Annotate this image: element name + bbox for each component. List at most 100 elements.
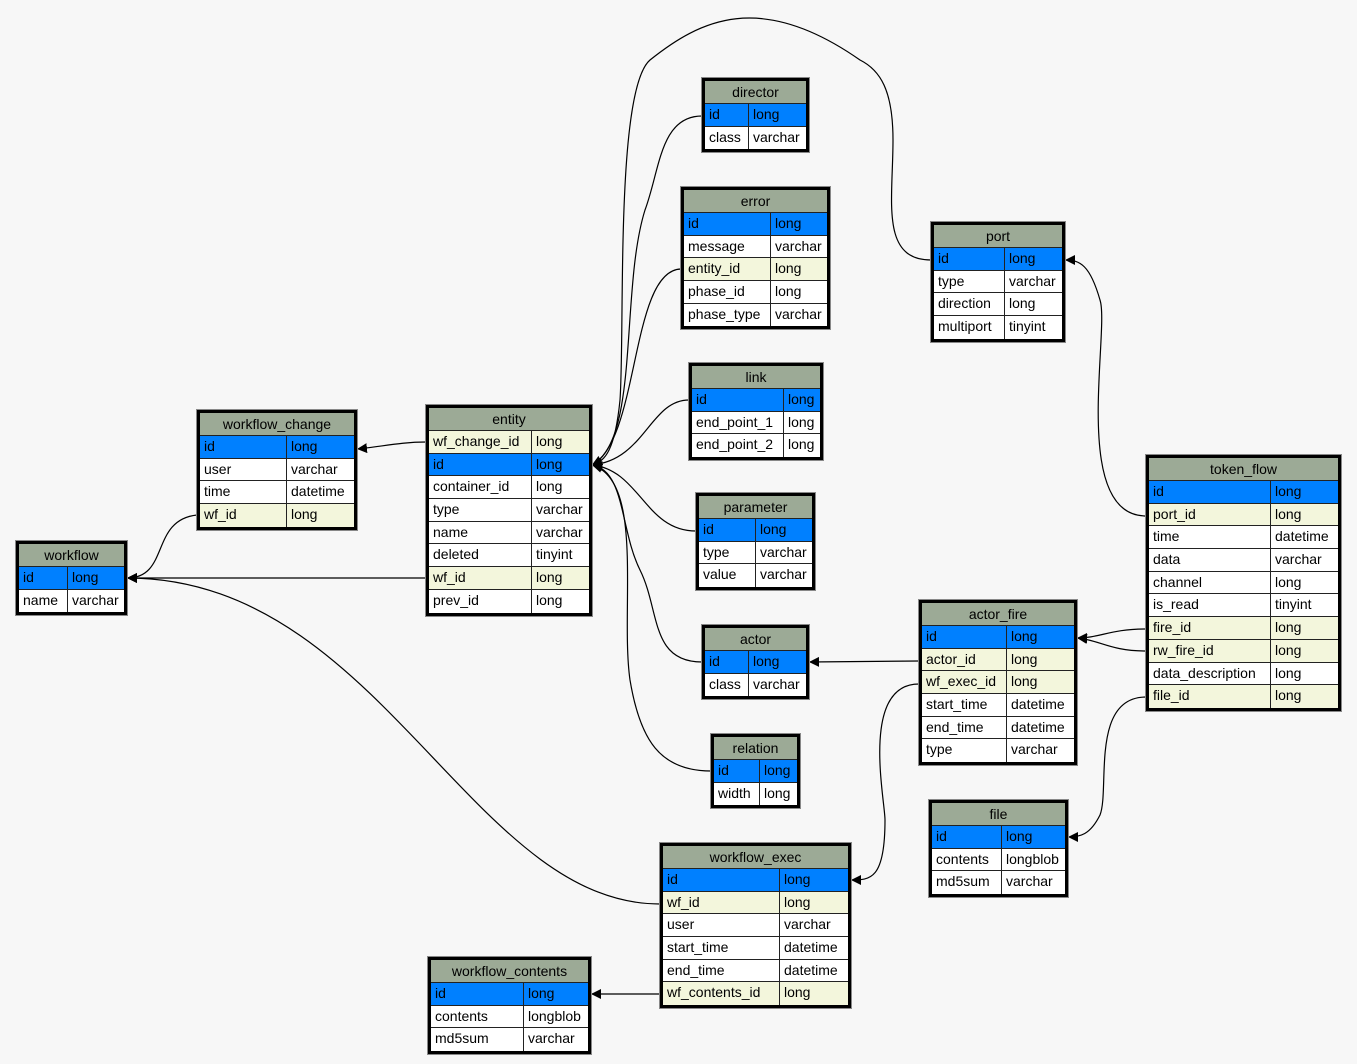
column-name: id	[200, 436, 287, 458]
column-name: data	[1149, 549, 1271, 571]
column-name: file_id	[1149, 685, 1271, 708]
column-row: deleted tinyint	[429, 544, 589, 568]
column-row: data_description long	[1149, 662, 1338, 686]
table-entity[interactable]: entity wf_change_id long id long container_id…	[426, 405, 592, 616]
table-error[interactable]: error id long message varchar entity_id long ph…	[681, 187, 830, 330]
column-type: long	[784, 893, 811, 910]
column-row: name varchar	[429, 521, 589, 545]
table-title: token_flow	[1149, 458, 1338, 481]
table-port[interactable]: port id long type varchar direction long multip…	[931, 222, 1065, 342]
column-row: direction long	[934, 293, 1062, 317]
column-type: varchar	[536, 501, 583, 518]
column-row: message varchar	[684, 235, 827, 259]
column-type: tinyint	[1009, 318, 1046, 335]
foreign-key-row: wf_id long	[200, 504, 354, 527]
primary-key-row: id long	[714, 760, 797, 783]
foreign-key-row: fire_id long	[1149, 617, 1338, 640]
foreign-key-row: file_id long	[1149, 685, 1338, 708]
column-type: tinyint	[1275, 596, 1312, 613]
foreign-key-row: wf_contents_id long	[663, 982, 848, 1006]
column-row: phase_id long	[684, 281, 827, 304]
column-row: md5sum varchar	[431, 1028, 588, 1052]
table-title: port	[934, 225, 1062, 248]
column-row: contents longblob	[932, 848, 1065, 872]
column-name: id	[19, 567, 68, 589]
table-workflow-change[interactable]: workflow_change id long user varchar time date…	[197, 410, 357, 530]
foreign-key-row: actor_id long	[922, 648, 1074, 672]
column-type: varchar	[1006, 873, 1053, 890]
column-name: channel	[1149, 571, 1271, 594]
column-row: end_point_1 long	[692, 411, 820, 435]
table-title: error	[684, 190, 827, 213]
column-type: long	[764, 762, 791, 778]
column-row: type varchar	[934, 270, 1062, 294]
foreign-key-row: rw_fire_id long	[1149, 639, 1338, 663]
column-type: varchar	[291, 460, 338, 477]
column-type: long	[536, 478, 563, 495]
column-name: contents	[932, 848, 1002, 871]
column-type: long	[1009, 250, 1036, 266]
column-type: long	[1275, 483, 1302, 499]
column-type: varchar	[753, 128, 800, 145]
column-type: longblob	[528, 1007, 581, 1024]
column-name: class	[705, 673, 749, 697]
column-name: id	[431, 983, 524, 1005]
column-type: varchar	[1275, 551, 1322, 568]
column-type: datetime	[1011, 696, 1065, 713]
column-type: varchar	[528, 1030, 575, 1047]
column-name: id	[684, 213, 771, 235]
column-name: multiport	[934, 316, 1005, 339]
column-name: wf_contents_id	[663, 982, 780, 1006]
column-name: phase_id	[684, 281, 771, 303]
table-parameter[interactable]: parameter id long type varchar value varchar	[696, 493, 815, 591]
column-name: end_point_2	[692, 434, 784, 458]
relation-edge-entity-wf-change-id-to-workflow-change-id	[356, 441, 427, 454]
column-name: start_time	[922, 694, 1007, 716]
primary-key-row: id long	[692, 389, 820, 412]
relation-edge-actor-id-to-entity-id	[591, 461, 703, 663]
column-row: multiport tinyint	[934, 316, 1062, 339]
relation-edge-token-flow-file-id-to-file-id	[1067, 696, 1147, 842]
column-type: long	[775, 215, 802, 231]
column-type: long	[1009, 295, 1036, 312]
column-row: start_time datetime	[922, 694, 1074, 717]
table-director[interactable]: director id long class varchar	[702, 78, 809, 153]
column-name: actor_id	[922, 648, 1007, 671]
table-workflow[interactable]: workflow id long name varchar	[16, 541, 127, 616]
column-name: id	[663, 869, 780, 891]
table-actor-fire[interactable]: actor_fire id long actor_id long wf_exec_id lo…	[919, 600, 1077, 766]
primary-key-row: id long	[663, 869, 848, 892]
table-workflow-contents[interactable]: workflow_contents id long contents longblob m…	[428, 957, 591, 1055]
table-link[interactable]: link id long end_point_1 long end_point_2 long	[689, 363, 823, 461]
relation-edge-actor-fire-actor-id-to-actor-id	[808, 656, 920, 667]
column-type: varchar	[1009, 272, 1056, 289]
column-type: long	[788, 391, 815, 407]
column-type: long	[753, 653, 780, 669]
column-row: value varchar	[699, 564, 812, 588]
column-name: width	[714, 782, 760, 806]
column-type: long	[784, 871, 811, 887]
column-type: datetime	[1011, 718, 1065, 735]
table-workflow-exec[interactable]: workflow_exec id long wf_id long user varchar s…	[660, 843, 851, 1009]
table-file[interactable]: file id long contents longblob md5sum varchar	[929, 800, 1068, 898]
column-type: long	[1275, 687, 1302, 704]
column-row: start_time datetime	[663, 937, 848, 960]
relation-edge-token-flow-fire-id-to-actor-fire-id	[1076, 628, 1147, 643]
relation-edge-workflow-change-wf-id-to-workflow-id	[126, 514, 198, 583]
primary-key-row: id long	[922, 626, 1074, 649]
column-name: is_read	[1149, 594, 1271, 617]
foreign-key-row: wf_exec_id long	[922, 671, 1074, 695]
column-row: user varchar	[663, 914, 848, 938]
table-token-flow[interactable]: token_flow id long port_id long time datetime d…	[1146, 455, 1341, 711]
table-title: parameter	[699, 496, 812, 519]
column-type: long	[760, 521, 787, 537]
column-name: wf_id	[663, 891, 780, 914]
column-name: type	[699, 541, 756, 564]
table-actor[interactable]: actor id long class varchar	[702, 625, 809, 700]
primary-key-row: id long	[684, 213, 827, 236]
table-relation[interactable]: relation id long width long	[711, 734, 800, 809]
relation-edge-error-entity-id-to-entity-id	[591, 268, 682, 466]
column-name: id	[714, 760, 760, 782]
column-name: user	[663, 914, 780, 937]
column-name: phase_type	[684, 303, 771, 327]
